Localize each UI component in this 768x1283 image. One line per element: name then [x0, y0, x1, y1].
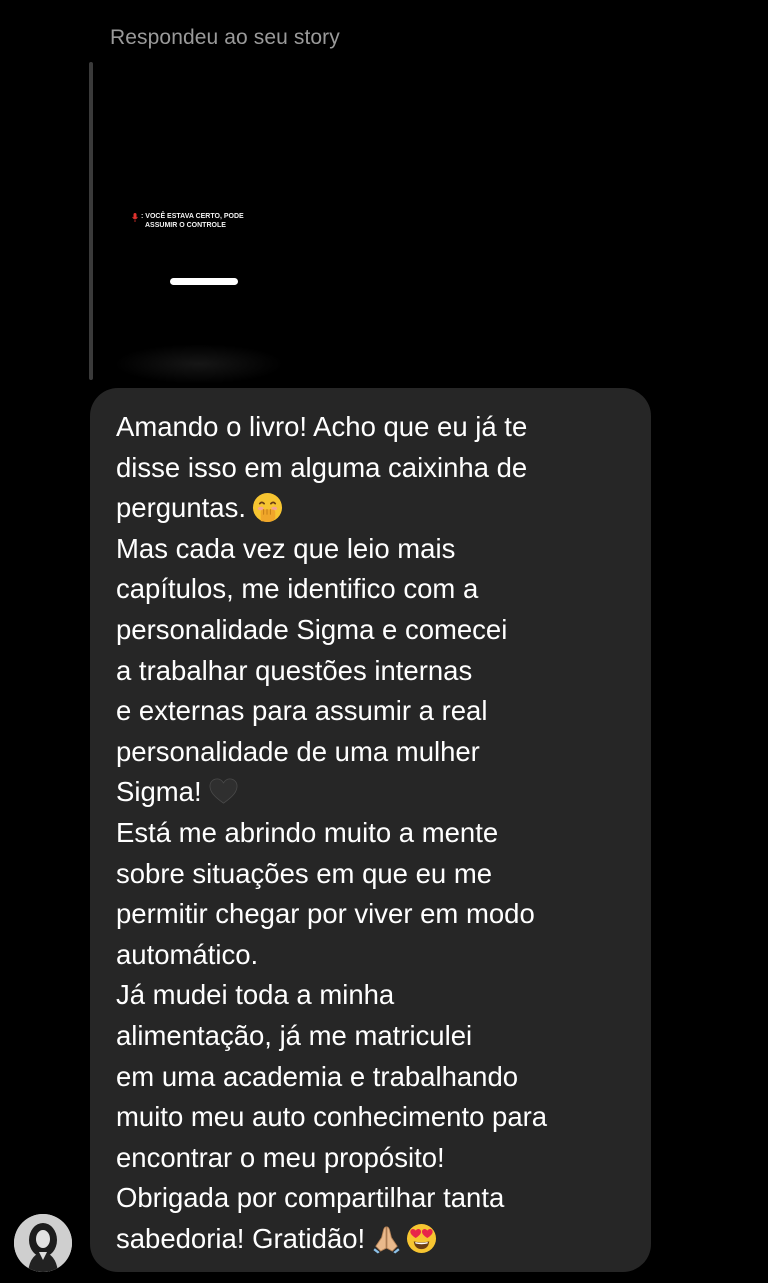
- microphone-icon: [132, 213, 138, 222]
- story-bottom-glow: [114, 344, 284, 384]
- message-line: permitir chegar por viver em modo: [116, 898, 535, 930]
- reply-quote-bar: [89, 62, 93, 380]
- message-line: alimentação, já me matriculei: [116, 1019, 473, 1051]
- black-heart-icon: [209, 778, 238, 804]
- story-caption-text: : VOCÊ ESTAVA CERTO, PODE ASSUMIR O CONT…: [141, 212, 244, 230]
- message-line: perguntas.: [116, 488, 627, 529]
- user-avatar[interactable]: [14, 1214, 72, 1272]
- message-bubble[interactable]: Amando o livro! Acho que eu já te disse …: [90, 388, 651, 1272]
- user-avatar-image: [14, 1214, 72, 1272]
- message-line-text: perguntas.: [116, 492, 246, 524]
- message-line: Obrigada por compartilhar tanta: [116, 1182, 505, 1214]
- story-preview-thumbnail[interactable]: : VOCÊ ESTAVA CERTO, PODE ASSUMIR O CONT…: [104, 66, 290, 384]
- message-line: personalidade de uma mulher: [116, 735, 480, 767]
- message-line: personalidade Sigma e comecei: [116, 613, 508, 645]
- story-caption-line-1: : VOCÊ ESTAVA CERTO, PODE: [141, 213, 244, 220]
- heart-eyes-icon: [407, 1223, 437, 1253]
- message-line: Já mudei toda a minha: [116, 979, 395, 1011]
- message-line: Sigma!: [116, 772, 627, 813]
- face-with-hand-over-mouth-icon: [252, 493, 282, 523]
- message-line: Mas cada vez que leio mais: [116, 532, 456, 564]
- message-line-text: sabedoria! Gratidão!: [116, 1222, 366, 1254]
- message-line: disse isso em alguma caixinha de: [116, 451, 528, 483]
- message-line: e externas para assumir a real: [116, 695, 488, 727]
- message-line: automático.: [116, 938, 259, 970]
- message-line: encontrar o meu propósito!: [116, 1141, 445, 1173]
- message-line: a trabalhar questões internas: [116, 654, 473, 686]
- story-caption-line-2: ASSUMIR O CONTROLE: [145, 222, 226, 229]
- message-line: sabedoria! Gratidão!: [116, 1219, 627, 1260]
- message-line: em uma academia e trabalhando: [116, 1060, 519, 1092]
- message-line-text: Sigma!: [116, 776, 202, 808]
- message-line: Está me abrindo muito a mente: [116, 816, 499, 848]
- message-line: sobre situações em que eu me: [116, 857, 493, 889]
- story-caption: : VOCÊ ESTAVA CERTO, PODE ASSUMIR O CONT…: [132, 212, 290, 230]
- folded-hands-icon: [373, 1226, 400, 1254]
- story-link-sticker: [170, 278, 238, 285]
- message-line: Amando o livro! Acho que eu já te: [116, 411, 528, 442]
- message-line: capítulos, me identifico com a: [116, 573, 479, 605]
- message-line: muito meu auto conhecimento para: [116, 1101, 548, 1133]
- reply-context-label: Respondeu ao seu story: [110, 26, 340, 49]
